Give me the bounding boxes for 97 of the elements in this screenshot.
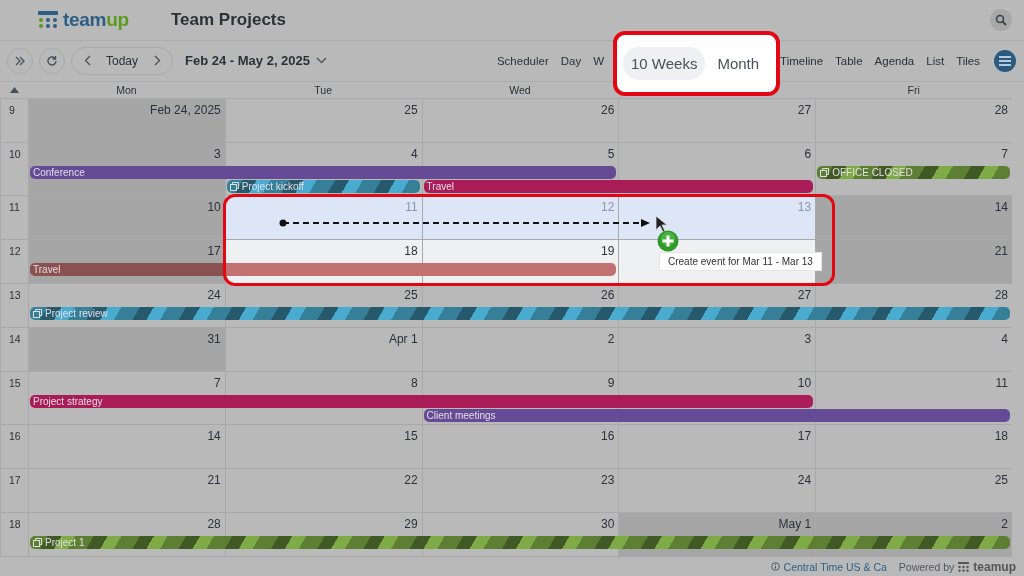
week-number: 16 <box>9 430 21 443</box>
view-tab[interactable]: Agenda <box>874 54 915 67</box>
date-label: 19 <box>601 244 615 259</box>
week-number: 15 <box>9 377 21 390</box>
footer-logo: teamup <box>973 559 1016 574</box>
date-label: 9 <box>607 376 615 391</box>
week-number: 13 <box>9 289 21 302</box>
chevron-left-icon <box>83 55 91 67</box>
date-label: 12 <box>601 200 615 215</box>
search-button[interactable] <box>990 8 1012 31</box>
date-label: 25 <box>404 288 418 303</box>
refresh-icon <box>46 54 58 67</box>
date-label: 27 <box>797 288 812 303</box>
date-label: 14 <box>994 200 1008 215</box>
week-number: 10 <box>9 148 21 161</box>
date-label: May 1 <box>778 517 812 532</box>
powered-by-text: Powered by <box>898 560 955 573</box>
date-label: 13 <box>797 200 812 215</box>
collapse-icon[interactable] <box>9 87 19 94</box>
date-label: 23 <box>601 473 615 488</box>
weekday-header: Mon <box>116 84 137 97</box>
add-icon <box>657 230 679 252</box>
week-number: 17 <box>9 474 21 487</box>
date-label: 3 <box>214 147 221 162</box>
view-tab[interactable]: Month <box>709 47 768 80</box>
date-label: 27 <box>797 103 812 118</box>
weekday-header: Fri <box>907 84 920 97</box>
week-number: 11 <box>9 201 20 214</box>
logo: teamup <box>63 8 129 31</box>
date-label: 5 <box>607 147 615 162</box>
menu-button[interactable] <box>994 49 1016 72</box>
week-number: 9 <box>9 104 15 117</box>
cursor-icon <box>655 215 667 233</box>
date-label: 21 <box>207 473 221 488</box>
date-label: 17 <box>207 244 221 259</box>
calendar-title: Team Projects <box>171 9 286 30</box>
date-label: 2 <box>607 332 615 347</box>
view-tab[interactable]: W <box>593 54 605 67</box>
date-label: 29 <box>404 517 418 532</box>
date-label: 28 <box>994 288 1008 303</box>
date-label: 4 <box>1001 332 1008 347</box>
view-tab[interactable]: Tiles <box>956 54 980 67</box>
date-label: 26 <box>601 103 615 118</box>
date-range-dropdown[interactable]: Feb 24 - May 2, 2025 <box>185 53 328 69</box>
date-label: 2 <box>1001 517 1008 532</box>
week-number: 18 <box>9 518 21 531</box>
date-label: 26 <box>601 288 615 303</box>
date-label: 7 <box>214 376 221 391</box>
logo-icon <box>38 10 58 29</box>
chevron-down-icon <box>316 57 328 65</box>
date-label: 7 <box>1001 147 1008 162</box>
date-label: 16 <box>601 429 615 444</box>
menu-icon <box>999 55 1011 66</box>
date-label: 24 <box>207 288 221 303</box>
date-label: Apr 1 <box>388 332 418 347</box>
date-label: 30 <box>601 517 615 532</box>
view-tab[interactable]: Timeline <box>780 54 824 67</box>
date-label: 10 <box>797 376 812 391</box>
weekday-header: Wed <box>509 84 531 97</box>
date-label: 18 <box>404 244 418 259</box>
date-label: 8 <box>410 376 418 391</box>
date-label: 28 <box>994 103 1008 118</box>
date-label: 25 <box>404 103 418 118</box>
tooltip: Create event for Mar 11 - Mar 13 <box>659 252 822 271</box>
timezone-link[interactable]: Central Time US & Ca <box>783 560 887 573</box>
refresh-button[interactable] <box>39 47 65 74</box>
date-label: Feb 24, 2025 <box>150 103 221 118</box>
view-tab[interactable]: Day <box>560 54 582 67</box>
logo-icon <box>958 561 970 572</box>
date-label: 25 <box>994 473 1008 488</box>
weekday-header: Tue <box>314 84 333 97</box>
week-number: 12 <box>9 245 21 258</box>
date-label: 10 <box>207 200 221 215</box>
date-label: 14 <box>207 429 221 444</box>
date-label: 6 <box>804 147 812 162</box>
chevron-right-icon <box>153 55 161 67</box>
date-label: 17 <box>797 429 812 444</box>
date-label: 28 <box>207 517 221 532</box>
date-label: 21 <box>994 244 1008 259</box>
view-tab[interactable]: Table <box>835 54 863 67</box>
date-label: 11 <box>995 376 1008 391</box>
view-tab[interactable]: 10 Weeks <box>623 47 706 80</box>
date-label: 15 <box>404 429 418 444</box>
view-tab[interactable]: Scheduler <box>496 54 549 67</box>
date-label: 11 <box>405 200 418 215</box>
date-label: 24 <box>797 473 812 488</box>
date-label: 3 <box>804 332 812 347</box>
view-tab[interactable]: List <box>926 54 945 67</box>
date-label: 4 <box>410 147 418 162</box>
double-chevron-icon <box>14 55 26 66</box>
date-label: 18 <box>994 429 1008 444</box>
expand-button[interactable] <box>7 47 33 74</box>
date-label: 22 <box>404 473 418 488</box>
search-icon <box>995 13 1007 26</box>
info-icon <box>770 562 780 572</box>
week-number: 14 <box>9 333 21 346</box>
date-label: 31 <box>207 332 221 347</box>
